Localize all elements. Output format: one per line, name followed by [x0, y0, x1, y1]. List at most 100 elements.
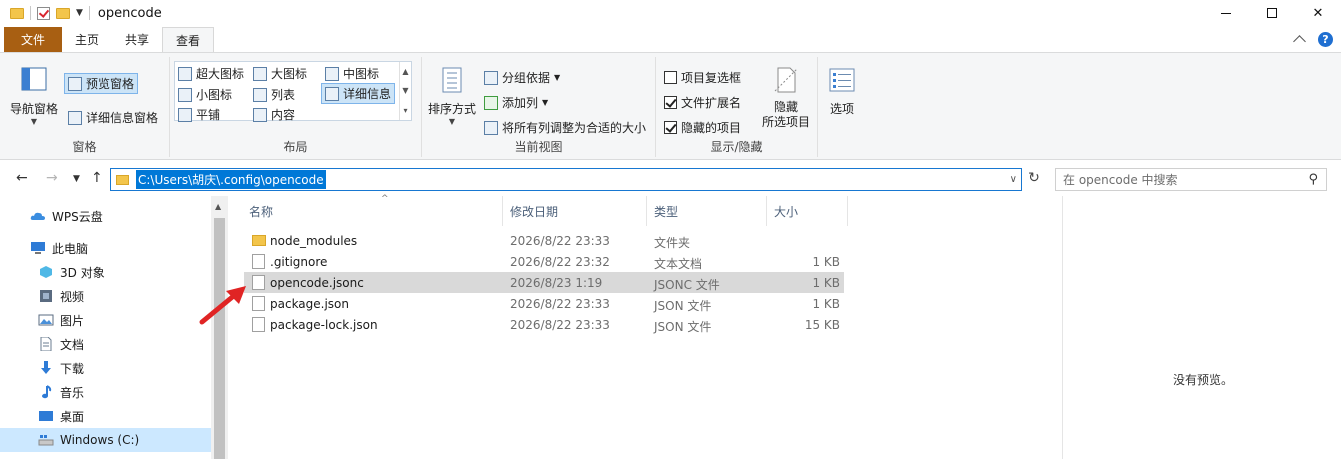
size-all-columns-button[interactable]: 将所有列调整为合适的大小	[484, 119, 646, 136]
preview-pane-icon	[68, 76, 82, 91]
nav-pane-button[interactable]: 导航窗格 ▼	[10, 65, 58, 126]
chevron-down-icon: ▼	[554, 73, 561, 82]
forward-icon[interactable]: →	[46, 170, 58, 186]
chevron-down-icon[interactable]: ∨	[1010, 174, 1017, 185]
nav-item-music[interactable]: 音乐	[0, 380, 212, 404]
nav-item-label: 下载	[60, 361, 85, 376]
tab-share[interactable]: 共享	[112, 27, 162, 52]
refresh-icon[interactable]: ↻	[1025, 170, 1043, 188]
search-input[interactable]: 在 opencode 中搜索 ⚲	[1055, 168, 1327, 191]
group-by-button[interactable]: 分组依据 ▼	[484, 69, 560, 86]
scrollbar-thumb[interactable]	[214, 218, 225, 459]
file-row[interactable]: .gitignore 2026/8/22 23:32 文本文档 1 KB	[244, 251, 844, 272]
nav-item-label: 音乐	[60, 385, 85, 400]
address-bar[interactable]: C:\Users\胡庆\.config\opencode ∨	[110, 168, 1022, 191]
close-button[interactable]: ✕	[1295, 0, 1341, 26]
nav-item-videos[interactable]: 视频	[0, 284, 212, 308]
new-folder-icon[interactable]	[56, 7, 70, 19]
layout-gallery-scroll[interactable]: ▲ ▼ ▾	[399, 62, 411, 120]
hide-selected-button[interactable]: 隐藏 所选项目	[760, 65, 812, 130]
details-pane-button[interactable]: 详细信息窗格	[68, 109, 158, 126]
column-header-type[interactable]: 类型	[648, 196, 767, 226]
hide-selected-label: 隐藏 所选项目	[761, 100, 810, 129]
layout-item-label: 中图标	[343, 67, 380, 81]
chevron-up-icon[interactable]: ▲	[215, 202, 221, 211]
tiles-icon	[178, 107, 192, 122]
minimize-button[interactable]	[1203, 0, 1249, 26]
music-icon	[38, 385, 54, 399]
up-icon[interactable]: ↑	[91, 170, 103, 186]
nav-item-windows-c[interactable]: Windows (C:)	[0, 428, 211, 452]
column-header-size[interactable]: 大小	[768, 196, 848, 226]
item-checkboxes-checkbox[interactable]	[664, 71, 677, 84]
nav-item-documents[interactable]: 文档	[0, 332, 212, 356]
options-icon	[827, 65, 857, 95]
search-icon[interactable]: ⚲	[1308, 172, 1318, 187]
chevron-up-icon[interactable]: ▲	[402, 67, 408, 76]
tab-view[interactable]: 查看	[162, 27, 215, 52]
sort-by-button[interactable]: 排序方式 ▼	[428, 65, 476, 126]
nav-item-3d-objects[interactable]: 3D 对象	[0, 260, 212, 284]
add-columns-icon	[484, 95, 498, 110]
nav-item-label: 3D 对象	[60, 265, 105, 280]
recent-locations-icon[interactable]: ▼	[73, 174, 80, 184]
nav-item-this-pc[interactable]: 此电脑	[0, 236, 212, 260]
file-date: 2026/8/22 23:33	[510, 234, 610, 248]
options-button[interactable]: 选项	[827, 65, 857, 117]
layout-item-label: 详细信息	[343, 87, 392, 101]
group-by-icon	[484, 70, 498, 85]
cloud-icon	[30, 209, 46, 223]
file-date: 2026/8/22 23:32	[510, 255, 610, 269]
panes-group: 导航窗格 ▼ 预览窗格 详细信息窗格 窗格	[0, 57, 170, 157]
preview-pane-label: 预览窗格	[86, 77, 135, 91]
address-path[interactable]: C:\Users\胡庆\.config\opencode	[136, 170, 326, 189]
file-extensions-toggle[interactable]: 文件扩展名	[664, 94, 741, 111]
download-icon	[38, 361, 54, 375]
layout-medium-icons[interactable]: 中图标	[325, 65, 379, 82]
folder-icon	[116, 174, 129, 185]
preview-pane-button[interactable]: 预览窗格	[64, 73, 139, 94]
file-extensions-checkbox[interactable]	[664, 96, 677, 109]
column-header-name[interactable]: ^ 名称	[243, 194, 503, 226]
file-type: 文本文档	[654, 257, 703, 271]
file-row[interactable]: package.json 2026/8/22 23:33 JSON 文件 1 K…	[244, 293, 844, 314]
maximize-button[interactable]	[1249, 0, 1295, 26]
nav-item-label: 图片	[60, 313, 85, 328]
tab-file[interactable]: 文件	[4, 27, 62, 52]
layout-content[interactable]: 内容	[253, 106, 295, 123]
chevron-down-icon[interactable]: ▼	[402, 86, 408, 95]
back-icon[interactable]: ←	[16, 170, 28, 186]
file-row[interactable]: node_modules 2026/8/22 23:33 文件夹	[244, 230, 844, 251]
add-columns-button[interactable]: 添加列 ▼	[484, 94, 548, 111]
collapse-ribbon-icon[interactable]	[1293, 35, 1306, 48]
properties-icon[interactable]	[37, 6, 50, 20]
item-checkboxes-toggle[interactable]: 项目复选框	[664, 69, 741, 86]
nav-item-desktop[interactable]: 桌面	[0, 404, 212, 428]
nav-item-downloads[interactable]: 下载	[0, 356, 212, 380]
details-icon	[325, 86, 339, 101]
maximize-icon	[1267, 8, 1277, 18]
customize-dropdown-icon[interactable]: ▼	[76, 8, 83, 18]
hidden-items-toggle[interactable]: 隐藏的项目	[664, 119, 741, 136]
nav-item-wps-cloud[interactable]: WPS云盘	[0, 204, 212, 228]
nav-item-pictures[interactable]: 图片	[0, 308, 212, 332]
file-type: JSON 文件	[654, 320, 712, 334]
file-row[interactable]: package-lock.json 2026/8/22 23:33 JSON 文…	[244, 314, 844, 335]
layout-small-icons[interactable]: 小图标	[178, 86, 232, 103]
hidden-items-checkbox[interactable]	[664, 121, 677, 134]
layout-list[interactable]: 列表	[253, 86, 295, 103]
tab-home[interactable]: 主页	[62, 27, 112, 52]
layout-tiles[interactable]: 平铺	[178, 106, 220, 123]
layout-details[interactable]: 详细信息	[321, 83, 396, 104]
expand-gallery-icon[interactable]: ▾	[403, 106, 407, 115]
chevron-down-icon: ▼	[30, 117, 38, 126]
help-icon[interactable]: ?	[1318, 32, 1333, 47]
layout-group-label: 布局	[283, 140, 308, 154]
file-row-selected[interactable]: opencode.jsonc 2026/8/23 1:19 JSONC 文件 1…	[244, 272, 844, 293]
layout-extra-large-icons[interactable]: 超大图标	[178, 65, 244, 82]
layout-large-icons[interactable]: 大图标	[253, 65, 307, 82]
content-icon	[253, 107, 267, 122]
layout-item-label: 平铺	[196, 108, 221, 122]
nav-item-label: 此电脑	[52, 241, 89, 256]
column-header-date[interactable]: 修改日期	[504, 196, 647, 226]
